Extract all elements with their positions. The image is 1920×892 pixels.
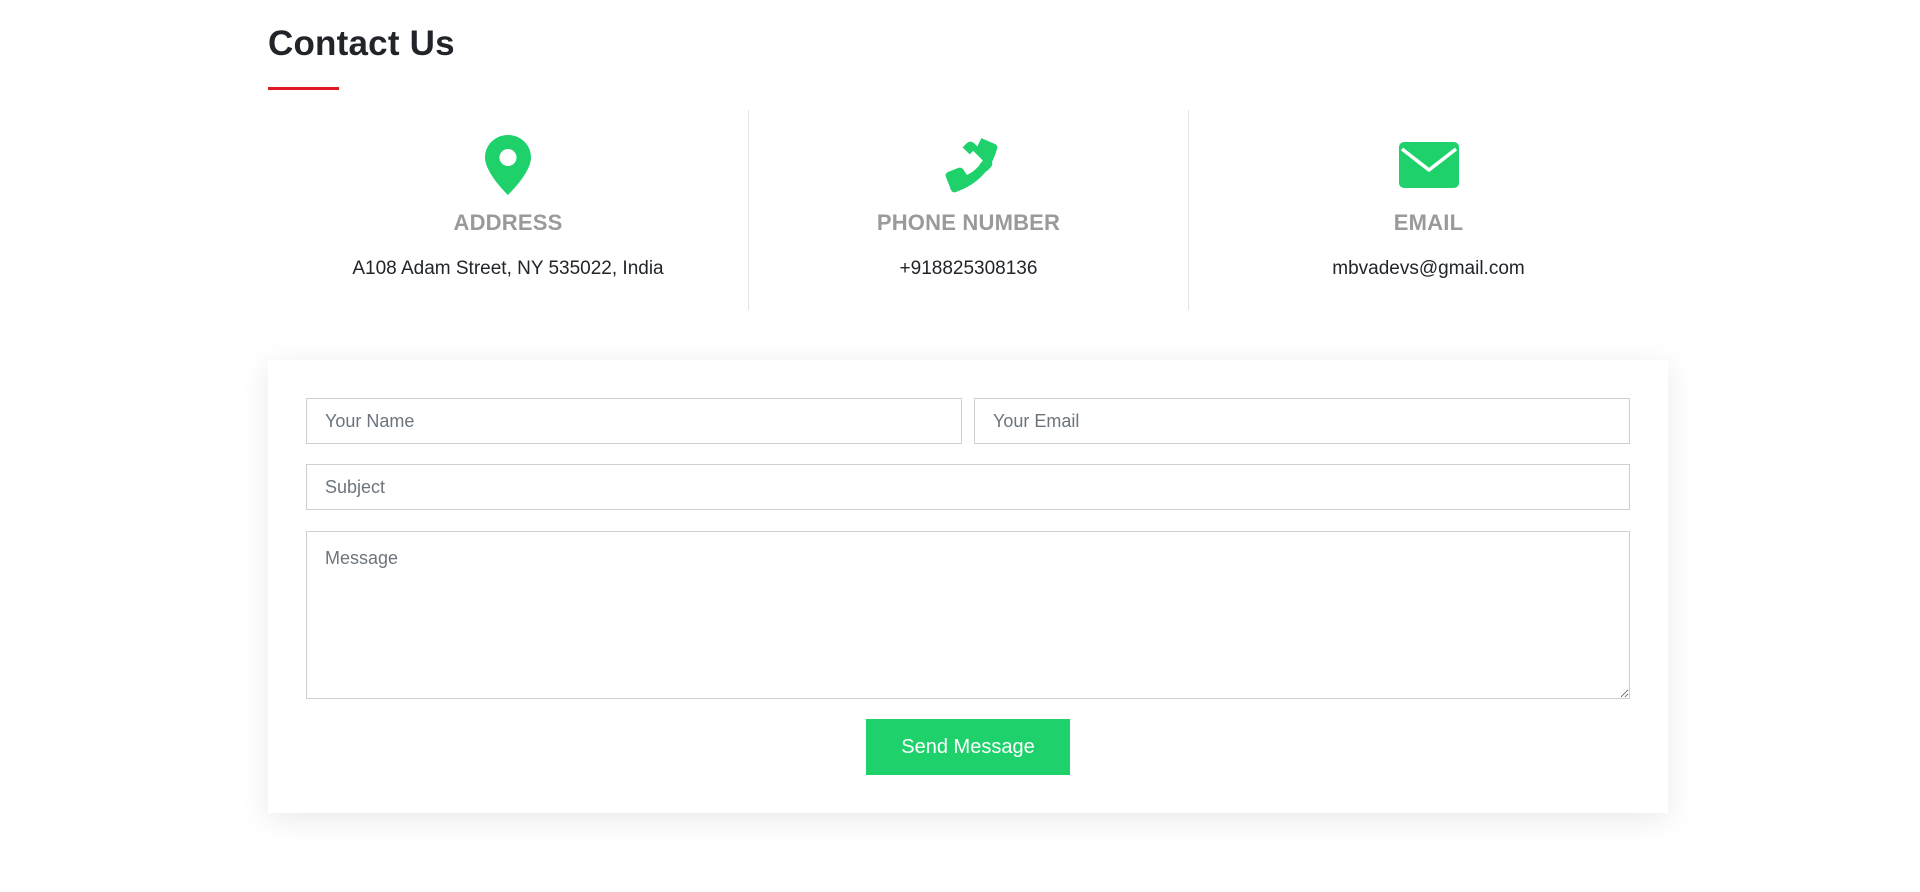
map-pin-icon [477,134,539,196]
email-heading: EMAIL [1393,210,1464,235]
address-info: ADDRESS A108 Adam Street, NY 535022, Ind… [268,110,748,310]
phone-value: +918825308136 [899,258,1038,279]
page: Contact Us ADDRESS A108 Adam Street, NY … [0,0,1920,892]
page-title: Contact Us [268,24,455,63]
phone-icon [938,134,1000,196]
message-textarea[interactable] [306,531,1630,699]
contact-form: Send Message [268,360,1668,813]
address-value: A108 Adam Street, NY 535022, India [352,258,664,279]
name-input[interactable] [306,398,962,444]
phone-heading: PHONE NUMBER [876,210,1061,235]
contact-info-row: ADDRESS A108 Adam Street, NY 535022, Ind… [268,110,1668,310]
email-info: EMAIL mbvadevs@gmail.com [1188,110,1668,310]
envelope-icon [1398,134,1460,196]
email-input[interactable] [974,398,1630,444]
phone-info: PHONE NUMBER +918825308136 [748,110,1188,310]
subject-input[interactable] [306,464,1630,510]
send-message-button[interactable]: Send Message [866,719,1070,775]
email-value: mbvadevs@gmail.com [1332,258,1525,279]
title-underline [268,87,339,90]
address-heading: ADDRESS [453,210,563,235]
